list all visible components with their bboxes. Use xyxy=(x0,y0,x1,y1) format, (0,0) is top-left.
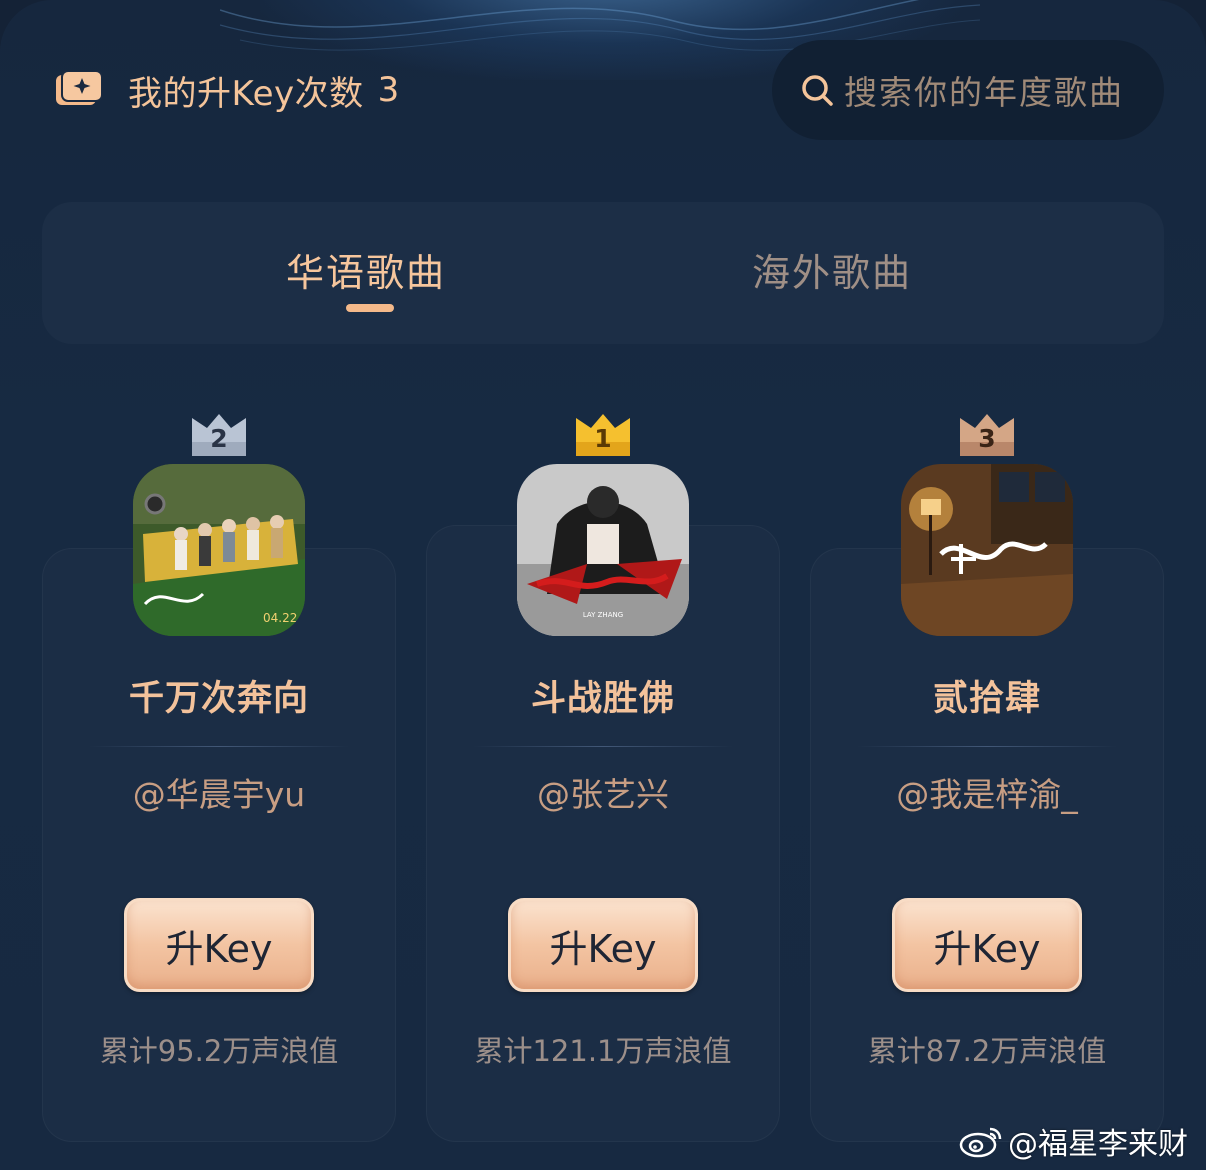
raise-key-button[interactable]: 升Key xyxy=(124,898,314,992)
raise-key-button[interactable]: 升Key xyxy=(892,898,1082,992)
cover-date: 04.22 xyxy=(263,611,297,625)
tab-chinese-songs[interactable]: 华语歌曲 xyxy=(286,242,446,297)
crown-rank-2-icon: 2 xyxy=(190,412,248,456)
key-count-value: 3 xyxy=(377,70,400,110)
album-cover-ershisi[interactable] xyxy=(901,464,1073,636)
search-placeholder: 搜索你的年度歌曲 xyxy=(844,73,1124,112)
artist-name[interactable]: @张艺兴 xyxy=(426,768,780,816)
album-cover-qianwanci[interactable]: 04.22 xyxy=(133,464,305,636)
song-title[interactable]: 千万次奔向 xyxy=(42,670,396,721)
search-box[interactable]: 搜索你的年度歌曲 xyxy=(772,40,1164,140)
key-count: 我的升Key次数 3 xyxy=(56,62,399,118)
crown-rank-label: 2 xyxy=(210,424,228,453)
category-tabs: 华语歌曲 海外歌曲 xyxy=(42,202,1164,344)
song-title[interactable]: 贰拾肆 xyxy=(810,670,1164,721)
search-icon xyxy=(802,75,833,106)
main-panel: 我的升Key次数 3 搜索你的年度歌曲 华语歌曲 海外歌曲 2 1 3 04.2… xyxy=(0,0,1206,1170)
ticket-icon xyxy=(56,71,102,105)
cover-artist: LAY ZHANG xyxy=(583,611,623,619)
album-cover-douzhan[interactable]: LAY ZHANG xyxy=(517,464,689,636)
card-divider xyxy=(473,746,733,747)
weibo-watermark: @福星李来财 xyxy=(958,1120,1188,1162)
cumulative-score: 累计95.2万声浪值 xyxy=(99,1034,339,1068)
active-tab-indicator xyxy=(346,304,394,312)
card-divider xyxy=(89,746,349,747)
crown-rank-label: 3 xyxy=(978,424,996,453)
cumulative-score: 累计121.1万声浪值 xyxy=(474,1034,732,1068)
crown-rank-3-icon: 3 xyxy=(958,412,1016,456)
card-divider xyxy=(857,746,1117,747)
crown-rank-1-icon: 1 xyxy=(574,412,632,456)
cumulative-score: 累计87.2万声浪值 xyxy=(867,1034,1107,1068)
song-title[interactable]: 斗战胜佛 xyxy=(426,670,780,721)
key-count-label: 我的升Key次数 xyxy=(128,73,364,114)
raise-key-button[interactable]: 升Key xyxy=(508,898,698,992)
weibo-icon xyxy=(959,1127,1002,1158)
watermark-text: @福星李来财 xyxy=(1008,1127,1188,1162)
crown-rank-label: 1 xyxy=(594,424,612,453)
artist-name[interactable]: @华晨宇yu xyxy=(42,768,396,816)
tab-overseas-songs[interactable]: 海外歌曲 xyxy=(752,242,912,297)
artist-name[interactable]: @我是梓渝_ xyxy=(810,768,1164,816)
